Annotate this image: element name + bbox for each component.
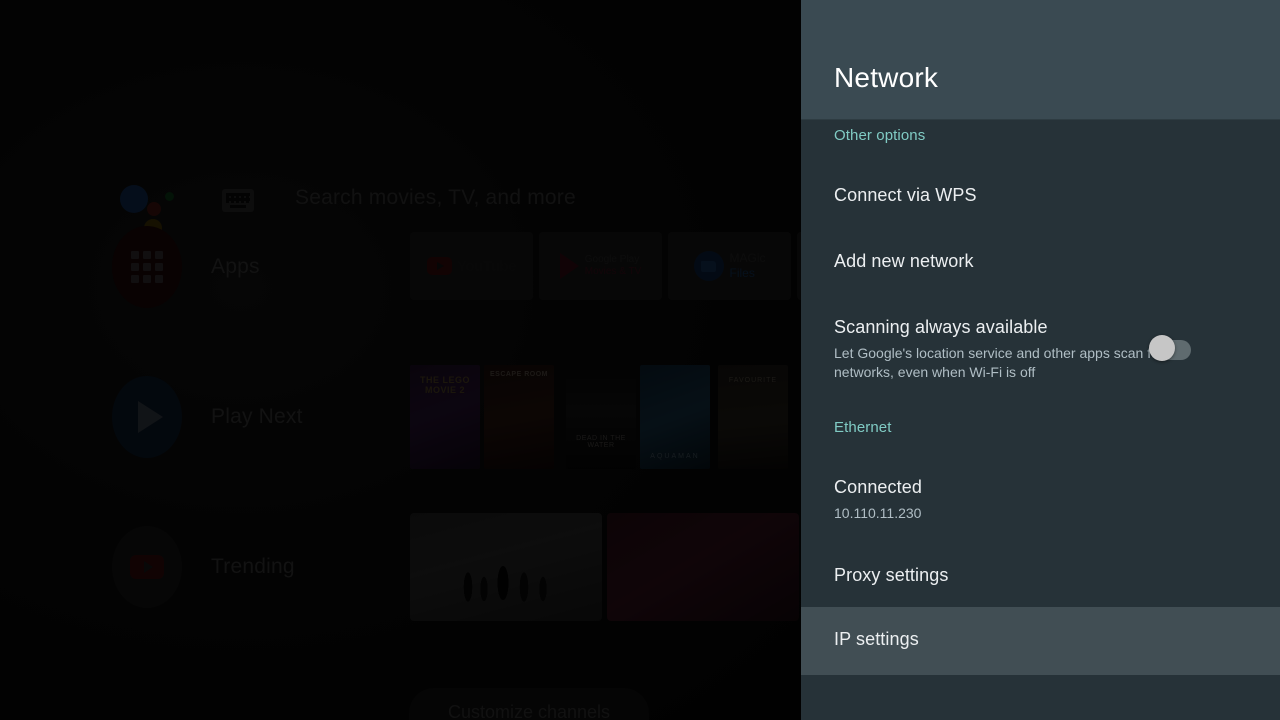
setting-row-add-new-network[interactable]: Add new network	[801, 239, 1280, 287]
network-settings-panel: Network Other options Connect via WPS Ad…	[801, 0, 1280, 720]
setting-title: Proxy settings	[834, 565, 949, 585]
app-card-label-line1: Google Play	[584, 253, 640, 265]
setting-row-proxy-settings[interactable]: Proxy settings	[801, 553, 1280, 601]
poster-title: THE LEGO MOVIE 2	[419, 375, 470, 395]
poster-card[interactable]: AQUAMAN	[640, 365, 710, 469]
poster-title: ESCAPE ROOM	[489, 371, 548, 378]
keyboard-icon[interactable]	[222, 189, 254, 212]
app-card-youtube[interactable]: YouTube	[410, 232, 533, 300]
panel-header: Network	[801, 0, 1280, 120]
app-card-google-play-movies[interactable]: Google Play Movies & TV	[539, 232, 662, 300]
setting-title: Add new network	[834, 251, 974, 271]
app-card-label-line2: Files	[729, 266, 755, 280]
setting-title: IP settings	[834, 629, 919, 649]
search-input[interactable]: Search movies, TV, and more	[295, 186, 576, 210]
poster-title: FAVOURITE	[728, 377, 778, 384]
setting-row-scanning-always-available[interactable]: Scanning always available Let Google's l…	[801, 305, 1280, 387]
setting-title: Connected	[834, 477, 922, 497]
poster-title: DEAD IN THE WATER	[576, 435, 626, 449]
video-thumbnail[interactable]	[607, 513, 799, 621]
video-thumbnail[interactable]	[410, 513, 602, 621]
keyboard-spacebar	[230, 205, 246, 208]
setting-row-connect-via-wps[interactable]: Connect via WPS	[801, 173, 1280, 221]
customize-channels-button[interactable]: Customize channels	[409, 688, 649, 720]
poster-card[interactable]: FAVOURITE	[718, 365, 788, 469]
ip-address-value: 10.110.11.230	[834, 505, 922, 521]
youtube-play-icon	[426, 257, 452, 275]
scanning-always-available-toggle[interactable]	[1149, 335, 1191, 361]
poster-card[interactable]: DEAD IN THE WATER	[566, 365, 636, 469]
settings-list[interactable]: Other options Connect via WPS Add new ne…	[801, 121, 1280, 720]
customize-channels-label: Customize channels	[447, 702, 611, 720]
poster-title: AQUAMAN	[650, 453, 700, 460]
setting-title: Connect via WPS	[834, 185, 977, 205]
keyboard-keys	[226, 193, 250, 203]
setting-row-ip-settings[interactable]: IP settings	[801, 607, 1280, 675]
play-triangle-icon	[559, 253, 579, 279]
section-header-other-options: Other options	[834, 127, 926, 144]
home-row-label-trending: Trending	[211, 555, 295, 578]
poster-card[interactable]: THE LEGO MOVIE 2	[410, 365, 480, 469]
setting-title: Scanning always available	[834, 317, 1048, 337]
youtube-play-icon	[130, 555, 164, 579]
google-play-logo: Google Play Movies & TV	[559, 253, 642, 279]
youtube-icon[interactable]	[112, 526, 182, 608]
folder-icon	[693, 251, 724, 281]
google-assistant-icon[interactable]	[120, 180, 176, 237]
page-title: Network	[834, 62, 939, 93]
magic-files-logo: MAGic Files	[693, 251, 766, 281]
play-triangle-icon[interactable]	[112, 376, 182, 458]
video-thumbnail-image	[458, 557, 558, 605]
home-row-label-play-next: Play Next	[211, 405, 303, 428]
assistant-dot-green	[165, 192, 174, 201]
home-row-label-apps: Apps	[211, 255, 260, 278]
assistant-dot-red	[147, 202, 161, 216]
app-card-label-line1: MAGic	[729, 251, 766, 265]
search-bar[interactable]: Search movies, TV, and more	[0, 86, 801, 237]
section-header-ethernet: Ethernet	[834, 419, 892, 436]
app-card-label: YouTube	[456, 257, 517, 275]
app-card-label-line2: Movies & TV	[584, 266, 642, 277]
youtube-logo: YouTube	[426, 257, 517, 275]
setting-row-connected[interactable]: Connected 10.110.11.230	[801, 465, 1280, 525]
app-card-magic-files[interactable]: MAGic Files	[668, 232, 791, 300]
setting-summary: Let Google's location service and other …	[834, 345, 1164, 380]
toggle-thumb	[1149, 335, 1175, 361]
apps-grid-icon[interactable]	[112, 226, 182, 308]
poster-card[interactable]: ESCAPE ROOM	[484, 365, 554, 469]
assistant-dot-blue	[120, 185, 148, 213]
home-screen-background: Search movies, TV, and more Apps YouTube…	[0, 0, 801, 720]
apps-grid-dots	[131, 251, 163, 283]
